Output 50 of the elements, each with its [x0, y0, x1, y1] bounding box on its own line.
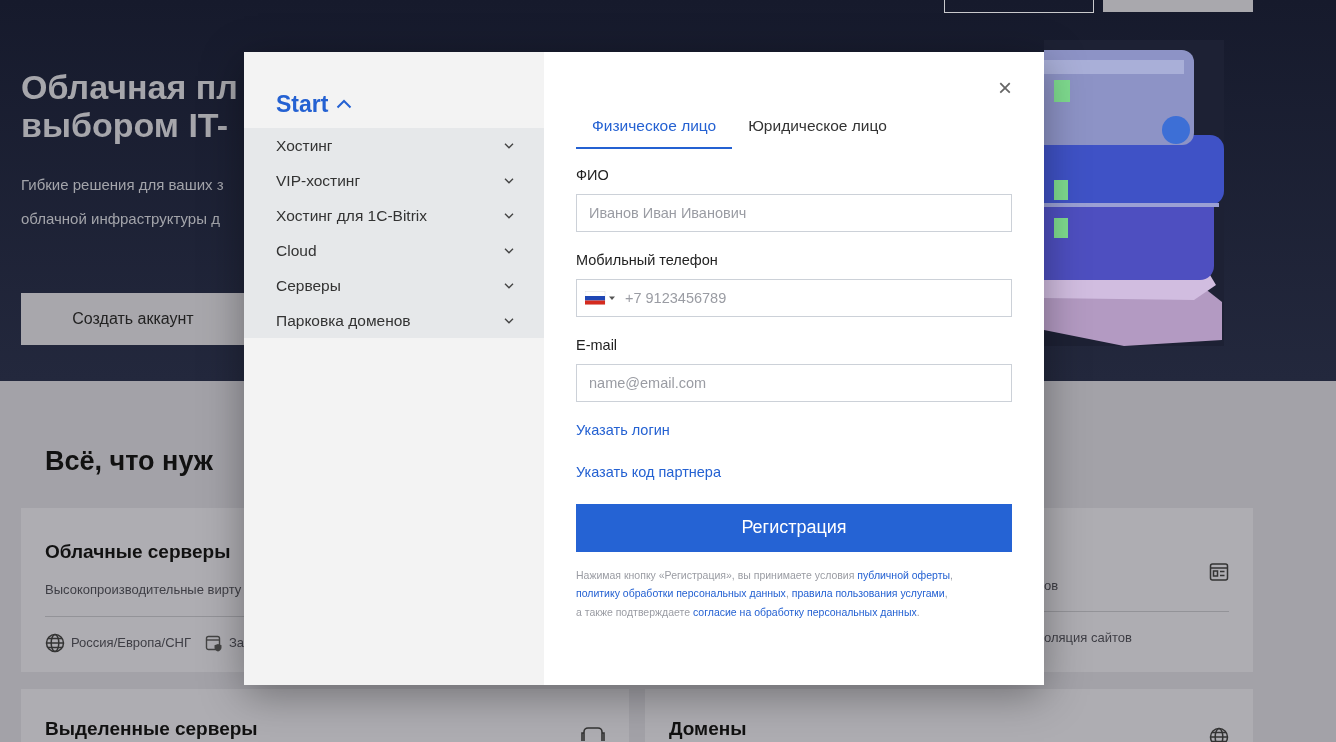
menu-item[interactable]: Серверы [244, 268, 544, 303]
create-account-button[interactable]: Создать аккаунт [21, 293, 245, 345]
menu-item-label: Хостинг для 1C-Bitrix [276, 205, 428, 226]
legal-text: политику обработки персональных данных, правила пользования услугами, [576, 586, 948, 601]
register-button[interactable]: Регистрация [576, 503, 1012, 552]
close-button[interactable]: × [996, 76, 1014, 100]
input-field[interactable]: Иванов Иван Иванович [576, 194, 1012, 232]
input-field[interactable]: name@email.com [576, 363, 1012, 402]
header-button[interactable] [944, 0, 1094, 13]
field-label: ФИО [576, 166, 609, 186]
legal-text: Нажимая кнопку «Регистрация», вы принимаете условия публичной оферты, [576, 567, 953, 583]
layout-icon [1209, 561, 1229, 582]
menu-item-label: Хостинг [276, 135, 333, 156]
feature-label: оляция сайтов [1044, 629, 1132, 647]
globe-icon [1209, 726, 1229, 742]
tab[interactable]: Физическое лицо [576, 114, 733, 150]
card-title: Домены [669, 716, 747, 741]
card-title: Выделенные серверы [45, 716, 258, 741]
menu-item-label: Парковка доменов [276, 310, 411, 331]
card-description: ов [1044, 576, 1059, 595]
tab[interactable]: Юридическое лицо [732, 114, 903, 150]
text-link[interactable]: Указать логин [576, 419, 670, 442]
menu-item[interactable]: Cloud [244, 233, 544, 268]
card-title: Облачные серверы [45, 539, 231, 564]
section-title: Всё, что нуж [45, 445, 213, 478]
menu-item[interactable]: Парковка доменов [244, 303, 544, 338]
feature-label: За [229, 633, 245, 652]
menu-item-label: VIP-хостинг [276, 170, 361, 191]
menu-item-label: Cloud [276, 240, 317, 261]
hero-title-line: Облачная пл [21, 68, 238, 106]
card-description: Высокопроизводительные вирту [45, 581, 242, 599]
legal-text: а также подтверждаете согласие на обработку персональных данных. [576, 604, 920, 620]
menu-item[interactable]: VIP-хостинг [244, 163, 544, 198]
legal-link[interactable]: согласие на обработку персональных данных [692, 605, 917, 618]
field-label: E-mail [576, 335, 618, 355]
hero-text-line: Гибкие решения для ваших з [21, 175, 224, 195]
hero-text-line: облачной инфраструктуры д [21, 209, 220, 229]
menu-item[interactable]: Хостинг [244, 128, 544, 163]
field-label: Мобильный телефон [576, 251, 718, 270]
legal-link[interactable]: политику обработки персональных данных [576, 587, 786, 599]
flag-dropdown-icon[interactable] [585, 290, 615, 305]
start-menu-toggle[interactable]: Start [276, 86, 329, 122]
calendar-icon [205, 633, 223, 652]
feature-label: Россия/Европа/СНГ [71, 633, 191, 652]
menu-item-label: Серверы [276, 275, 341, 296]
legal-link[interactable]: правила пользования услугами [791, 587, 945, 599]
globe-icon [45, 632, 65, 653]
text-link[interactable]: Указать код партнера [576, 461, 721, 484]
hero-title-line: выбором IT- [21, 106, 229, 144]
menu-item[interactable]: Хостинг для 1C-Bitrix [244, 198, 544, 233]
